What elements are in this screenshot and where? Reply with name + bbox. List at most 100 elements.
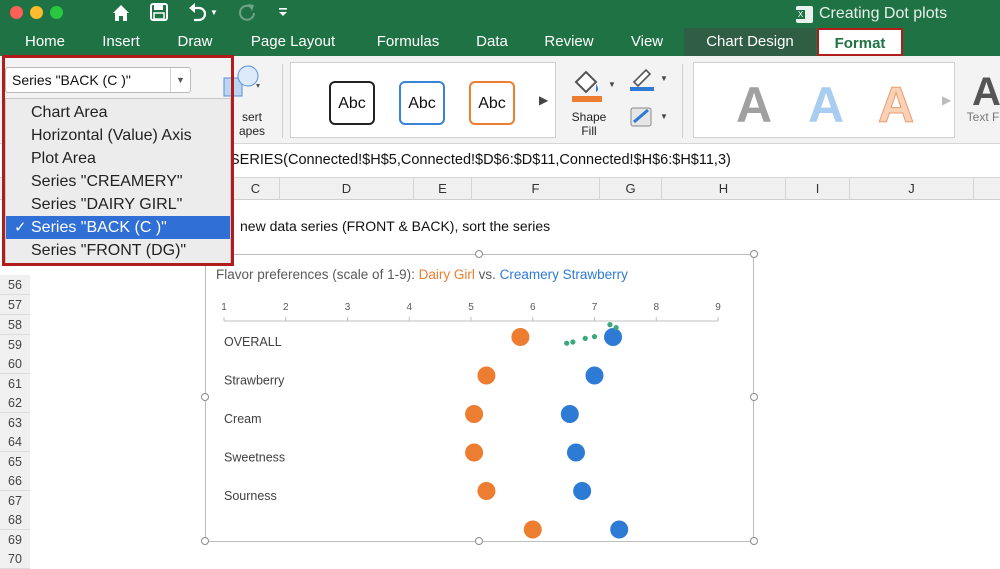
shape-outline-dropdown-icon[interactable]: ▼ bbox=[660, 74, 668, 83]
chart-title-part: vs. bbox=[475, 267, 500, 282]
category-label: Cream bbox=[224, 412, 262, 426]
column-header-i[interactable]: I bbox=[786, 178, 850, 200]
gallery-next-icon[interactable]: ▶ bbox=[539, 93, 548, 107]
row-header[interactable]: 64 bbox=[0, 432, 30, 452]
chart-title: Flavor preferences (scale of 1-9): Dairy… bbox=[216, 267, 628, 282]
back-series-point bbox=[607, 322, 613, 328]
maximize-window-button[interactable] bbox=[50, 6, 63, 19]
shape-fill-button[interactable]: ▼ Shape Fill bbox=[562, 62, 618, 140]
row-header[interactable]: 61 bbox=[0, 374, 30, 394]
cell-note[interactable]: new data series (FRONT & BACK), sort the… bbox=[240, 218, 550, 234]
tab-chart-design[interactable]: Chart Design bbox=[684, 28, 816, 56]
minimize-window-button[interactable] bbox=[30, 6, 43, 19]
back-series-point bbox=[564, 340, 570, 346]
dot-plot-chart[interactable]: Flavor preferences (scale of 1-9): Dairy… bbox=[206, 255, 753, 541]
dairy-girl-point bbox=[465, 405, 484, 423]
x-tick-label: 9 bbox=[715, 302, 721, 313]
document-icon: X bbox=[796, 6, 813, 23]
dairy-girl-point bbox=[465, 443, 484, 462]
wordart-styles-gallery: A A A ▶ bbox=[693, 62, 955, 138]
insert-shapes-label-top: sert bbox=[241, 110, 262, 124]
column-header-d[interactable]: D bbox=[280, 178, 414, 200]
shape-fill-label-2: Fill bbox=[581, 124, 597, 138]
chart-resize-handle[interactable] bbox=[750, 250, 758, 258]
shape-style-3[interactable]: Abc bbox=[469, 81, 515, 125]
back-series-point bbox=[613, 325, 619, 331]
document-title: Creating Dot plots bbox=[819, 5, 948, 22]
tab-home[interactable]: Home bbox=[12, 28, 78, 56]
shape-style-1[interactable]: Abc bbox=[329, 81, 375, 125]
shape-styles-gallery: Abc Abc Abc ▶ bbox=[290, 62, 556, 138]
close-window-button[interactable] bbox=[10, 6, 23, 19]
chart-resize-handle[interactable] bbox=[475, 537, 483, 545]
creamery-point bbox=[610, 520, 629, 539]
chart-resize-handle[interactable] bbox=[201, 393, 209, 401]
row-header[interactable]: 63 bbox=[0, 413, 30, 433]
tab-view[interactable]: View bbox=[620, 28, 674, 56]
tab-format[interactable]: Format bbox=[817, 28, 903, 56]
x-tick-label: 4 bbox=[406, 302, 412, 313]
ribbon-tabs: Home Insert Draw Page Layout Formulas Da… bbox=[0, 28, 1000, 56]
row-header[interactable]: 66 bbox=[0, 471, 30, 491]
row-header[interactable]: 58 bbox=[0, 315, 30, 335]
column-header-f[interactable]: F bbox=[472, 178, 600, 200]
creamery-point bbox=[604, 328, 623, 346]
shape-outline-button[interactable]: ▼ bbox=[628, 66, 668, 92]
back-series-point bbox=[570, 339, 576, 345]
formula-input[interactable]: SERIES(Connected!$H$5,Connected!$D$6:$D$… bbox=[230, 152, 731, 168]
chart-resize-handle[interactable] bbox=[750, 537, 758, 545]
chart-resize-handle[interactable] bbox=[750, 393, 758, 401]
chart-resize-handle[interactable] bbox=[201, 537, 209, 545]
row-header[interactable]: 57 bbox=[0, 295, 30, 315]
home-icon[interactable] bbox=[108, 2, 134, 24]
redo-icon[interactable] bbox=[234, 2, 260, 24]
x-tick-label: 3 bbox=[345, 302, 351, 313]
row-header[interactable]: 60 bbox=[0, 354, 30, 374]
row-header[interactable]: 67 bbox=[0, 491, 30, 511]
row-header[interactable]: 70 bbox=[0, 549, 30, 569]
dairy-girl-point bbox=[477, 366, 496, 385]
column-header-e[interactable]: E bbox=[414, 178, 472, 200]
tab-data[interactable]: Data bbox=[466, 28, 518, 56]
creamery-point bbox=[573, 482, 592, 500]
shape-fill-dropdown-icon[interactable]: ▼ bbox=[608, 80, 616, 89]
column-header-c[interactable]: C bbox=[232, 178, 280, 200]
tab-page-layout[interactable]: Page Layout bbox=[238, 28, 348, 56]
chart-title-part: Flavor preferences (scale of 1-9): bbox=[216, 267, 419, 282]
wordart-next-icon[interactable]: ▶ bbox=[942, 93, 951, 107]
shape-fill-label-1: Shape bbox=[571, 110, 607, 124]
shape-effects-icon bbox=[630, 107, 652, 127]
dairy-girl-point bbox=[477, 482, 496, 500]
save-icon[interactable] bbox=[146, 2, 172, 24]
tab-review[interactable]: Review bbox=[532, 28, 606, 56]
row-header[interactable]: 59 bbox=[0, 335, 30, 355]
highlight-box bbox=[2, 55, 234, 266]
customize-icon[interactable] bbox=[274, 2, 292, 24]
creamery-point bbox=[560, 405, 579, 423]
creamery-point bbox=[566, 443, 585, 462]
category-label: Sourness bbox=[224, 489, 277, 503]
wordart-style-3[interactable]: A bbox=[877, 79, 914, 132]
row-header[interactable]: 65 bbox=[0, 452, 30, 472]
undo-dropdown-icon[interactable]: ▼ bbox=[208, 2, 220, 24]
shape-effects-dropdown-icon[interactable]: ▼ bbox=[660, 112, 668, 121]
column-header-g[interactable]: G bbox=[600, 178, 662, 200]
row-header[interactable]: 62 bbox=[0, 393, 30, 413]
row-header[interactable]: 68 bbox=[0, 510, 30, 530]
shape-style-2[interactable]: Abc bbox=[399, 81, 445, 125]
x-tick-label: 2 bbox=[283, 302, 289, 313]
category-label: OVERALL bbox=[224, 335, 282, 349]
x-tick-label: 7 bbox=[592, 302, 598, 313]
wordart-style-1[interactable]: A bbox=[736, 79, 772, 131]
column-header-h[interactable]: H bbox=[662, 178, 786, 200]
row-header[interactable]: 56 bbox=[0, 275, 30, 295]
shape-effects-button[interactable]: ▼ bbox=[628, 104, 668, 130]
tab-draw[interactable]: Draw bbox=[166, 28, 224, 56]
wordart-style-2[interactable]: A bbox=[808, 79, 844, 131]
row-header[interactable]: 69 bbox=[0, 530, 30, 550]
tab-formulas[interactable]: Formulas bbox=[364, 28, 452, 56]
chart-resize-handle[interactable] bbox=[475, 250, 483, 258]
chart-area[interactable]: Flavor preferences (scale of 1-9): Dairy… bbox=[205, 254, 754, 542]
tab-insert[interactable]: Insert bbox=[88, 28, 154, 56]
column-header-j[interactable]: J bbox=[850, 178, 974, 200]
